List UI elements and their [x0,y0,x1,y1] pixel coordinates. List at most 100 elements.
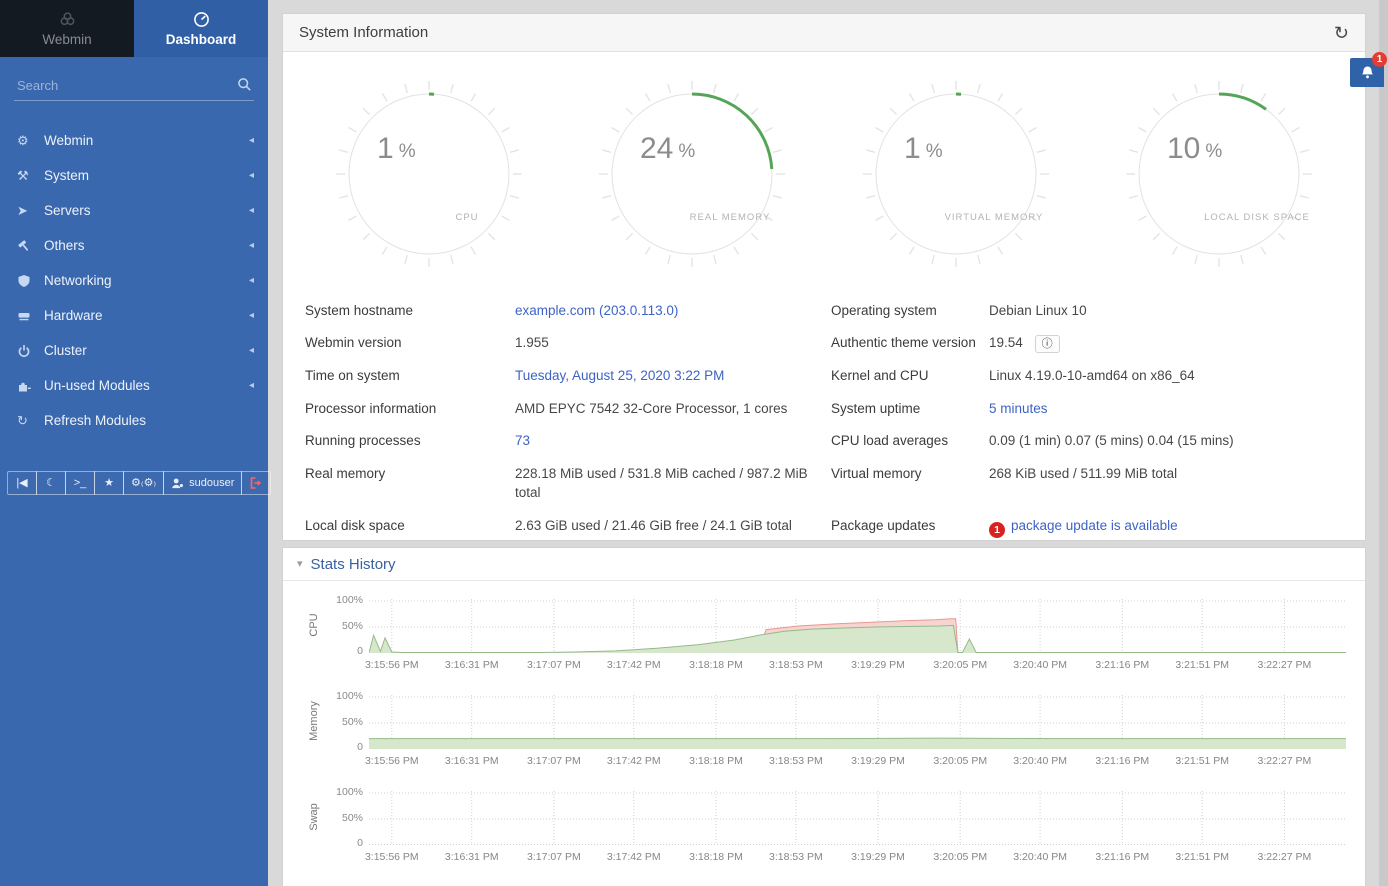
info-label: Package updates [831,509,989,540]
hostname-value: example.com (203.0.113.0) [515,294,831,327]
charts-container: CPU100%50%03:15:56 PM3:16:31 PM3:17:07 P… [283,581,1365,865]
y-tick-label: 50% [342,620,363,632]
x-tick-label: 3:20:05 PM [933,659,987,671]
refresh-page-icon[interactable]: ↻ [1334,24,1349,42]
gauge-virtual-memory: 1%VIRTUAL MEMORY [846,76,1066,274]
shield-icon [17,274,44,288]
terminal-button[interactable]: >_ [65,471,95,495]
theme-version-number: 19.54 [989,335,1023,350]
info-icon: ⓘ [1042,338,1053,350]
info-label: Operating system [831,294,989,327]
notifications-toggle[interactable]: 1 [1350,58,1384,87]
table-row: Local disk space 2.63 GiB used / 21.46 G… [305,509,1345,540]
sidebar-item-networking[interactable]: Networking ◂ [0,263,268,298]
x-tick-label: 3:18:53 PM [769,659,823,671]
processes-link[interactable]: 73 [515,433,530,448]
sidebar-item-unused-modules[interactable]: Un-used Modules ◂ [0,368,268,403]
tab-webmin[interactable]: Webmin [0,0,134,57]
uptime-link[interactable]: 5 minutes [989,401,1048,416]
hostname-link[interactable]: example.com (203.0.113.0) [515,303,678,318]
gauge-cpu: 1%CPU [319,76,539,274]
y-tick-label: 0 [357,837,363,849]
time-value: Tuesday, August 25, 2020 3:22 PM [515,360,831,393]
logout-icon [249,476,263,490]
sidebar-item-label: Networking [44,273,112,288]
search-input[interactable] [14,71,254,99]
chevron-left-icon: ◂ [249,310,254,321]
sidebar-item-label: Un-used Modules [44,378,150,393]
x-tick-label: 3:18:18 PM [689,851,743,863]
svg-text:10%: 10% [1167,132,1222,165]
chart-plot-area [369,693,1346,749]
sidebar-item-cluster[interactable]: Cluster ◂ [0,333,268,368]
sidebar-search [14,71,254,101]
x-tick-label: 3:17:42 PM [607,851,661,863]
logout-button[interactable] [241,471,271,495]
x-tick-label: 3:21:16 PM [1095,659,1149,671]
table-row: System hostname example.com (203.0.113.0… [305,294,1345,327]
virtual-memory-value: 268 KiB used / 511.99 MiB total [989,457,1345,509]
sidebar-item-label: Webmin [44,133,93,148]
webmin-logo-icon [59,11,76,28]
package-updates-link[interactable]: package update is available [1011,518,1178,533]
search-icon[interactable] [237,77,252,92]
svg-text:VIRTUAL MEMORY: VIRTUAL MEMORY [944,212,1043,223]
star-icon: ★ [104,478,114,489]
sidebar-item-webmin[interactable]: ⚙ Webmin ◂ [0,123,268,158]
sidebar-item-label: Others [44,238,85,253]
info-label: Real memory [305,457,515,509]
sidebar-item-others[interactable]: Others ◂ [0,228,268,263]
info-label: System uptime [831,392,989,425]
stats-history-header[interactable]: ▾ Stats History [283,548,1365,581]
package-updates-value: 1package update is available [989,509,1345,540]
night-mode-button[interactable]: ☾ [36,471,66,495]
x-tick-label: 3:18:53 PM [769,851,823,863]
chart-ylabel: Swap [308,803,320,831]
favorites-button[interactable]: ★ [94,471,124,495]
svg-text:24%: 24% [640,132,695,165]
collapse-caret-icon[interactable]: ▾ [297,559,303,570]
gauge-local-disk-space: 10% LOCAL DISK SPACE [1109,76,1329,274]
uptime-value: 5 minutes [989,392,1345,425]
user-button[interactable]: sudouser [163,471,242,495]
sidebar-item-refresh-modules[interactable]: ↻ Refresh Modules [0,403,268,438]
chart-ylabel: CPU [308,613,320,636]
info-label: System hostname [305,294,515,327]
system-information-header: System Information ↻ [283,14,1365,52]
x-tick-label: 3:20:40 PM [1013,755,1067,767]
table-row: Processor information AMD EPYC 7542 32-C… [305,392,1345,425]
sidebar-item-system[interactable]: ⚒ System ◂ [0,158,268,193]
x-tick-label: 3:20:40 PM [1013,659,1067,671]
x-tick-label: 3:16:31 PM [445,851,499,863]
chevron-left-icon: ◂ [249,170,254,181]
system-information-panel: System Information ↻ 1%CPU24%REAL MEMORY… [283,14,1365,540]
time-link[interactable]: Tuesday, August 25, 2020 3:22 PM [515,368,724,383]
collapse-sidebar-button[interactable]: |◀ [7,471,37,495]
x-tick-label: 3:15:56 PM [365,851,419,863]
tab-dashboard-label: Dashboard [166,32,237,47]
sidebar-item-hardware[interactable]: Hardware ◂ [0,298,268,333]
theme-settings-button[interactable]: ⚙₍⚙₎ [123,471,164,495]
theme-info-button[interactable]: ⓘ [1035,335,1060,353]
webmin-version-value: 1.955 [515,327,831,360]
vertical-scrollbar[interactable] [1379,0,1388,886]
hammer-icon [17,239,44,253]
main-content: System Information ↻ 1%CPU24%REAL MEMORY… [268,0,1388,886]
x-axis-labels: 3:15:56 PM3:16:31 PM3:17:07 PM3:17:42 PM… [369,849,1346,865]
info-label: Time on system [305,360,515,393]
svg-text:LOCAL DISK SPACE: LOCAL DISK SPACE [1204,212,1310,223]
x-axis-labels: 3:15:56 PM3:16:31 PM3:17:07 PM3:17:42 PM… [369,657,1346,673]
sidebar-item-servers[interactable]: ➤ Servers ◂ [0,193,268,228]
y-tick-label: 100% [336,594,363,606]
x-tick-label: 3:17:07 PM [527,755,581,767]
x-tick-label: 3:16:31 PM [445,659,499,671]
x-tick-label: 3:22:27 PM [1258,659,1312,671]
gauges-row: 1%CPU24%REAL MEMORY1%VIRTUAL MEMORY10%LO… [283,52,1365,274]
power-icon [17,344,44,358]
processor-value: AMD EPYC 7542 32-Core Processor, 1 cores [515,392,831,425]
tab-dashboard[interactable]: Dashboard [134,0,268,57]
processes-value: 73 [515,425,831,458]
gauge-real-memory: 24%REAL MEMORY [582,76,802,274]
svg-text:1%: 1% [377,132,416,165]
gear-icon: ⚙ [17,134,44,147]
